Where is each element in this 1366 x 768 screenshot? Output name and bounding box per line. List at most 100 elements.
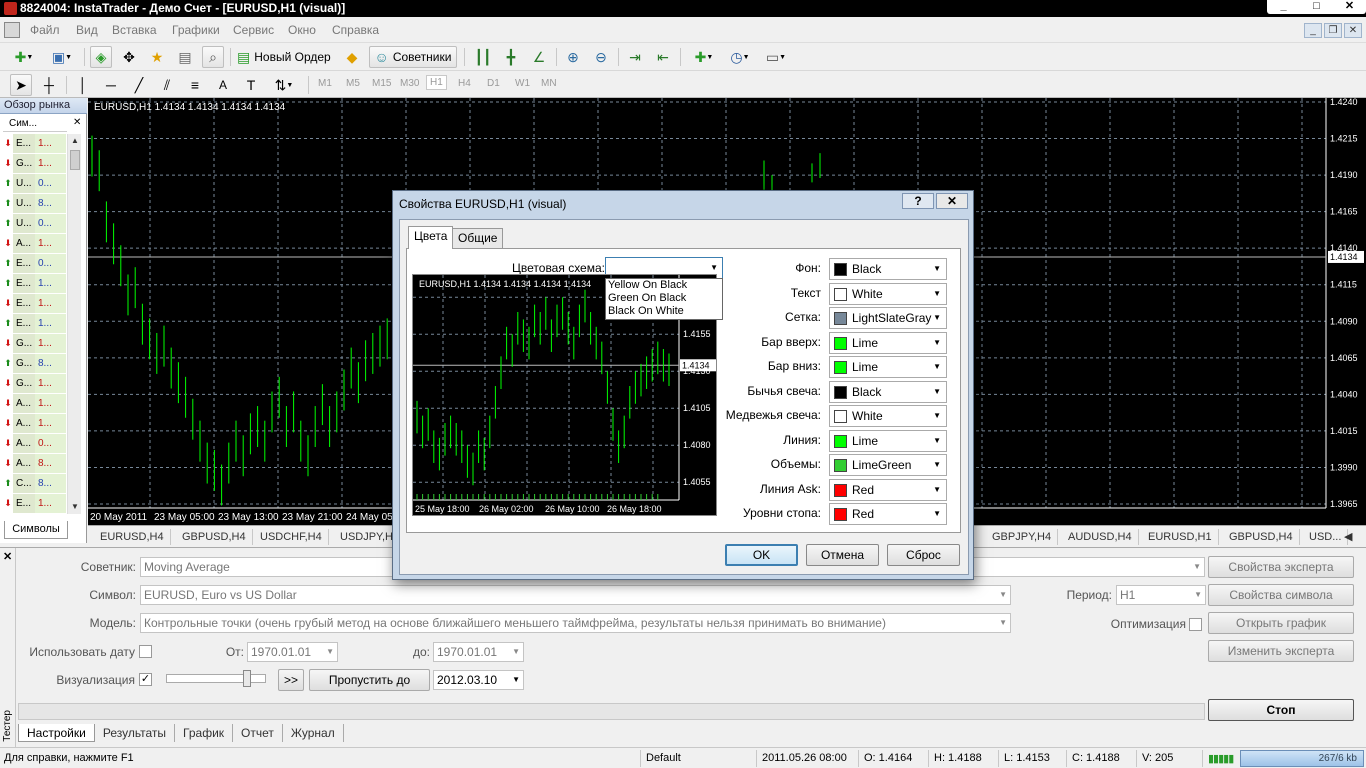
advisors-button[interactable]: ☺ Советники <box>369 46 457 68</box>
stop-button[interactable]: Стоп <box>1208 699 1354 721</box>
tab-results[interactable]: Результаты <box>95 724 176 742</box>
chart-tab[interactable]: AUDUSD,H4 <box>1062 529 1139 545</box>
crosshair-button[interactable]: ┼ <box>38 74 60 96</box>
skip-to-button[interactable]: Пропустить до <box>309 669 430 691</box>
timeframe-h1[interactable]: H1 <box>426 75 447 90</box>
new-chart-button[interactable]: ✚ ▼ <box>8 46 40 68</box>
warning-button[interactable]: ◆ <box>341 46 363 68</box>
modify-expert-button[interactable]: Изменить эксперта <box>1208 640 1354 662</box>
tab-settings[interactable]: Настройки <box>18 724 95 742</box>
color-select[interactable]: Black ▼ <box>829 258 947 280</box>
option-black-on-white[interactable]: Black On White <box>606 305 722 318</box>
help-button[interactable]: ? <box>902 193 934 209</box>
chart-shift-button[interactable]: ⇤ <box>652 46 674 68</box>
mdi-close-button[interactable]: ✕ <box>1344 23 1362 38</box>
connection-status[interactable]: 267/6 kb <box>1240 750 1364 767</box>
scroll-up-icon[interactable]: ▲ <box>68 134 82 148</box>
list-item[interactable]: ⬆ G... 8... <box>3 354 66 374</box>
list-item[interactable]: ⬇ G... 1... <box>3 334 66 354</box>
list-item[interactable]: ⬇ E... 1... <box>3 134 66 154</box>
symbol-properties-button[interactable]: Свойства символа <box>1208 584 1354 606</box>
option-yellow-on-black[interactable]: Yellow On Black <box>606 279 722 292</box>
navigator-button[interactable]: ✥ <box>118 46 140 68</box>
to-date-picker[interactable]: 1970.01.01 ▼ <box>433 642 524 662</box>
timeframe-m1[interactable]: M1 <box>318 78 332 89</box>
tester-button[interactable]: ⌕ <box>202 46 224 68</box>
open-chart-button[interactable]: Открыть график <box>1208 612 1354 634</box>
speed-slider[interactable] <box>166 670 266 687</box>
menu-insert[interactable]: Вставка <box>112 23 157 37</box>
optimization-checkbox[interactable] <box>1189 618 1202 631</box>
market-watch-button[interactable]: ◈ <box>90 46 112 68</box>
list-item[interactable]: ⬇ A... 0... <box>3 434 66 454</box>
timeframe-mn[interactable]: MN <box>541 78 557 89</box>
list-item[interactable]: ⬆ U... 0... <box>3 174 66 194</box>
zoom-out-button[interactable]: ⊖ <box>590 46 612 68</box>
list-item[interactable]: ⬇ A... 1... <box>3 394 66 414</box>
option-green-on-black[interactable]: Green On Black <box>606 292 722 305</box>
use-date-checkbox[interactable] <box>139 645 152 658</box>
tabs-scroll-arrows-icon[interactable]: ◀ ▶ <box>1338 529 1366 559</box>
cancel-button[interactable]: Отмена <box>806 544 879 566</box>
color-select[interactable]: White ▼ <box>829 283 947 305</box>
tab-symbols[interactable]: Символы <box>4 521 68 539</box>
list-item[interactable]: ⬇ G... 1... <box>3 154 66 174</box>
line-chart-button[interactable]: ∠ <box>528 46 550 68</box>
close-icon[interactable]: ✕ <box>3 550 12 563</box>
close-button[interactable]: ✕ <box>1333 0 1366 14</box>
chart-tab[interactable]: GBPUSD,H4 <box>176 529 253 545</box>
fibo-button[interactable]: ≡ <box>184 74 206 96</box>
menu-view[interactable]: Вид <box>76 23 98 37</box>
tab-journal[interactable]: Журнал <box>283 724 344 742</box>
list-item[interactable]: ⬆ E... 1... <box>3 274 66 294</box>
model-select[interactable]: Контрольные точки (очень грубый метод на… <box>140 613 1011 633</box>
color-select[interactable]: Black ▼ <box>829 381 947 403</box>
skip-to-date-picker[interactable]: 2012.03.10 ▼ <box>433 670 524 690</box>
terminal-button[interactable]: ▤ <box>174 46 196 68</box>
chart-tab[interactable]: GBPUSD,H4 <box>1223 529 1300 545</box>
list-item[interactable]: ⬆ U... 0... <box>3 214 66 234</box>
expert-properties-button[interactable]: Свойства эксперта <box>1208 556 1354 578</box>
fast-forward-button[interactable]: >> <box>278 669 304 691</box>
color-select[interactable]: Red ▼ <box>829 479 947 501</box>
tab-graph[interactable]: График <box>175 724 234 742</box>
timeframe-m5[interactable]: M5 <box>346 78 360 89</box>
minimize-button[interactable]: _ <box>1267 0 1300 14</box>
text-button[interactable]: A <box>212 74 234 96</box>
scroll-thumb[interactable] <box>70 150 80 170</box>
close-icon[interactable]: ✕ <box>73 117 81 128</box>
ok-button[interactable]: OK <box>725 544 798 566</box>
bar-chart-button[interactable]: ┃┃ <box>472 46 494 68</box>
chart-tab[interactable]: EURUSD,H4 <box>94 529 171 545</box>
candle-chart-button[interactable]: ╋ <box>500 46 522 68</box>
label-button[interactable]: T <box>240 74 262 96</box>
list-item[interactable]: ⬆ E... 0... <box>3 254 66 274</box>
list-item[interactable]: ⬇ A... 1... <box>3 414 66 434</box>
color-select[interactable]: LimeGreen ▼ <box>829 454 947 476</box>
menu-help[interactable]: Справка <box>332 23 379 37</box>
vertical-line-button[interactable]: │ <box>72 74 94 96</box>
list-item[interactable]: ⬆ C... 8... <box>3 474 66 494</box>
timeframe-m15[interactable]: M15 <box>372 78 391 89</box>
templates-button[interactable]: ▭ ▼ <box>760 46 792 68</box>
timeframe-m30[interactable]: M30 <box>400 78 419 89</box>
color-select[interactable]: LightSlateGray ▼ <box>829 307 947 329</box>
list-item[interactable]: ⬇ G... 1... <box>3 374 66 394</box>
list-item[interactable]: ⬆ E... 1... <box>3 314 66 334</box>
mdi-restore-button[interactable]: ❐ <box>1324 23 1342 38</box>
chart-tab[interactable]: EURUSD,H1 <box>1142 529 1219 545</box>
period-select[interactable]: H1 ▼ <box>1116 585 1206 605</box>
slider-handle[interactable] <box>243 670 251 687</box>
symbol-column-header[interactable]: Сим... <box>3 116 67 132</box>
trendline-button[interactable]: ╱ <box>128 74 150 96</box>
dialog-close-button[interactable]: ✕ <box>936 193 968 209</box>
color-select[interactable]: White ▼ <box>829 405 947 427</box>
list-item[interactable]: ⬇ E... 1... <box>3 494 66 514</box>
color-select[interactable]: Lime ▼ <box>829 356 947 378</box>
color-select[interactable]: Lime ▼ <box>829 332 947 354</box>
menu-tools[interactable]: Сервис <box>233 23 274 37</box>
arrows-button[interactable]: ⇅ ▼ <box>268 74 300 96</box>
color-select[interactable]: Red ▼ <box>829 503 947 525</box>
indicators-button[interactable]: ✚ ▼ <box>688 46 720 68</box>
favorites-button[interactable]: ★ <box>146 46 168 68</box>
